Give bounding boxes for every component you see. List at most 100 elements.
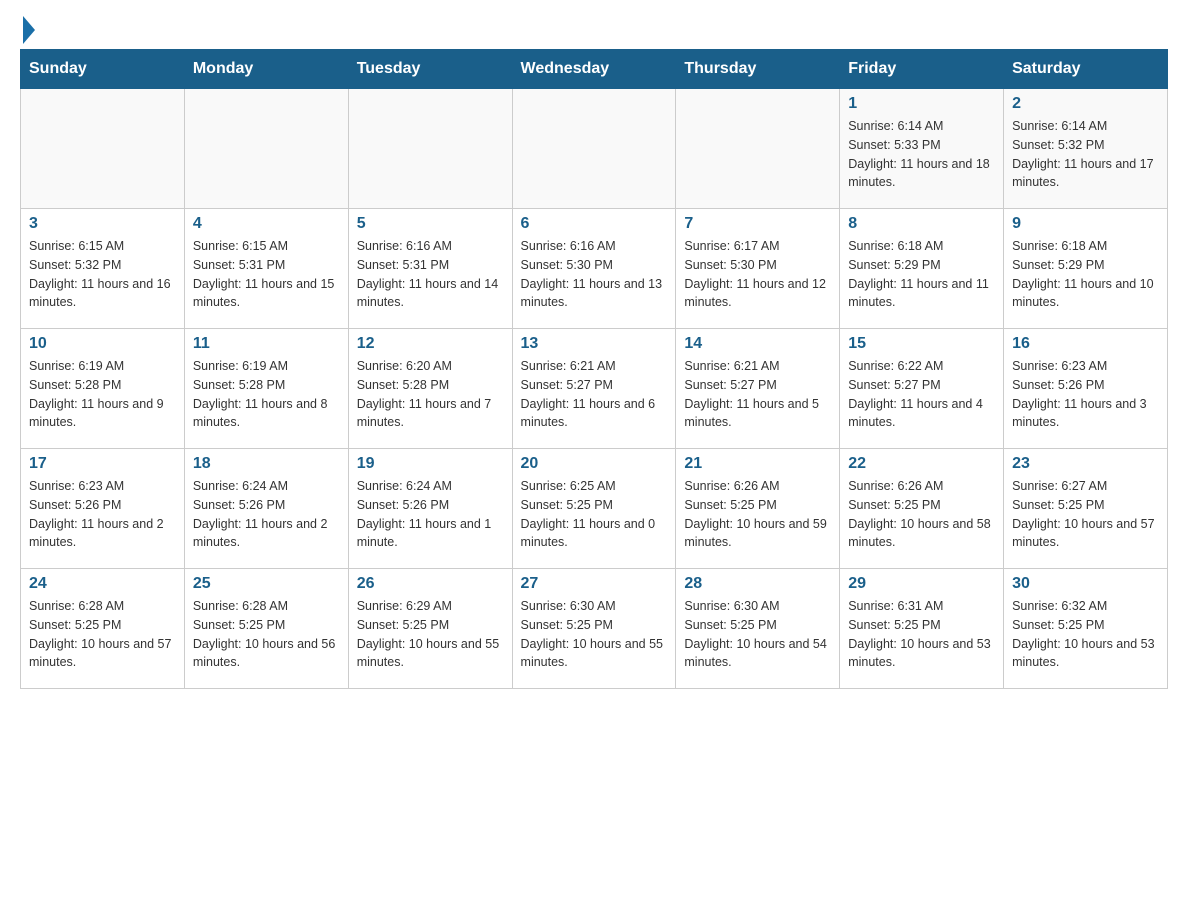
table-row: 19 Sunrise: 6:24 AMSunset: 5:26 PMDayligh… — [348, 449, 512, 569]
col-monday: Monday — [184, 50, 348, 89]
col-saturday: Saturday — [1004, 50, 1168, 89]
day-info: Sunrise: 6:22 AMSunset: 5:27 PMDaylight:… — [848, 357, 995, 432]
table-row: 28 Sunrise: 6:30 AMSunset: 5:25 PMDayligh… — [676, 569, 840, 689]
day-info: Sunrise: 6:20 AMSunset: 5:28 PMDaylight:… — [357, 357, 504, 432]
logo-triangle-icon — [23, 16, 35, 44]
day-info: Sunrise: 6:32 AMSunset: 5:25 PMDaylight:… — [1012, 597, 1159, 672]
table-row: 9 Sunrise: 6:18 AMSunset: 5:29 PMDaylight… — [1004, 209, 1168, 329]
day-info: Sunrise: 6:16 AMSunset: 5:30 PMDaylight:… — [521, 237, 668, 312]
day-number: 21 — [684, 455, 831, 473]
table-row — [184, 89, 348, 209]
day-number: 10 — [29, 335, 176, 353]
col-friday: Friday — [840, 50, 1004, 89]
day-number: 25 — [193, 575, 340, 593]
day-info: Sunrise: 6:24 AMSunset: 5:26 PMDaylight:… — [357, 477, 504, 552]
day-number: 8 — [848, 215, 995, 233]
table-row: 18Sunrise: 6:24 AMSunset: 5:26 PMDayligh… — [184, 449, 348, 569]
table-row: 4 Sunrise: 6:15 AMSunset: 5:31 PMDaylight… — [184, 209, 348, 329]
day-number: 20 — [521, 455, 668, 473]
day-info: Sunrise: 6:18 AMSunset: 5:29 PMDaylight:… — [1012, 237, 1159, 312]
day-number: 19 — [357, 455, 504, 473]
day-number: 6 — [521, 215, 668, 233]
day-number: 23 — [1012, 455, 1159, 473]
day-info: Sunrise: 6:19 AMSunset: 5:28 PMDaylight:… — [193, 357, 340, 432]
day-info: Sunrise: 6:15 AMSunset: 5:31 PMDaylight:… — [193, 237, 340, 312]
table-row: 13 Sunrise: 6:21 AMSunset: 5:27 PMDayligh… — [512, 329, 676, 449]
table-row: 26 Sunrise: 6:29 AMSunset: 5:25 PMDayligh… — [348, 569, 512, 689]
table-row: 14 Sunrise: 6:21 AMSunset: 5:27 PMDayligh… — [676, 329, 840, 449]
day-info: Sunrise: 6:14 AMSunset: 5:32 PMDaylight:… — [1012, 117, 1159, 192]
day-info: Sunrise: 6:30 AMSunset: 5:25 PMDaylight:… — [521, 597, 668, 672]
col-tuesday: Tuesday — [348, 50, 512, 89]
day-info: Sunrise: 6:18 AMSunset: 5:29 PMDaylight:… — [848, 237, 995, 312]
day-info: Sunrise: 6:15 AMSunset: 5:32 PMDaylight:… — [29, 237, 176, 312]
day-number: 28 — [684, 575, 831, 593]
day-info: Sunrise: 6:31 AMSunset: 5:25 PMDaylight:… — [848, 597, 995, 672]
calendar-table: Sunday Monday Tuesday Wednesday Thursday… — [20, 49, 1168, 689]
page-header — [20, 20, 1168, 39]
calendar-week-row: 1 Sunrise: 6:14 AMSunset: 5:33 PMDaylight… — [21, 89, 1168, 209]
table-row: 22Sunrise: 6:26 AMSunset: 5:25 PMDayligh… — [840, 449, 1004, 569]
day-number: 16 — [1012, 335, 1159, 353]
day-info: Sunrise: 6:17 AMSunset: 5:30 PMDaylight:… — [684, 237, 831, 312]
table-row: 1 Sunrise: 6:14 AMSunset: 5:33 PMDaylight… — [840, 89, 1004, 209]
day-number: 1 — [848, 95, 995, 113]
day-number: 29 — [848, 575, 995, 593]
table-row — [676, 89, 840, 209]
calendar-header-row: Sunday Monday Tuesday Wednesday Thursday… — [21, 50, 1168, 89]
day-number: 4 — [193, 215, 340, 233]
col-wednesday: Wednesday — [512, 50, 676, 89]
day-number: 27 — [521, 575, 668, 593]
day-info: Sunrise: 6:21 AMSunset: 5:27 PMDaylight:… — [684, 357, 831, 432]
table-row: 11Sunrise: 6:19 AMSunset: 5:28 PMDayligh… — [184, 329, 348, 449]
day-info: Sunrise: 6:23 AMSunset: 5:26 PMDaylight:… — [29, 477, 176, 552]
day-number: 26 — [357, 575, 504, 593]
day-info: Sunrise: 6:28 AMSunset: 5:25 PMDaylight:… — [193, 597, 340, 672]
col-thursday: Thursday — [676, 50, 840, 89]
table-row — [348, 89, 512, 209]
day-info: Sunrise: 6:26 AMSunset: 5:25 PMDaylight:… — [848, 477, 995, 552]
day-number: 7 — [684, 215, 831, 233]
calendar-week-row: 3 Sunrise: 6:15 AMSunset: 5:32 PMDaylight… — [21, 209, 1168, 329]
day-number: 9 — [1012, 215, 1159, 233]
day-info: Sunrise: 6:28 AMSunset: 5:25 PMDaylight:… — [29, 597, 176, 672]
day-number: 17 — [29, 455, 176, 473]
day-number: 13 — [521, 335, 668, 353]
day-info: Sunrise: 6:21 AMSunset: 5:27 PMDaylight:… — [521, 357, 668, 432]
table-row: 23 Sunrise: 6:27 AMSunset: 5:25 PMDayligh… — [1004, 449, 1168, 569]
day-info: Sunrise: 6:14 AMSunset: 5:33 PMDaylight:… — [848, 117, 995, 192]
table-row: 12 Sunrise: 6:20 AMSunset: 5:28 PMDayligh… — [348, 329, 512, 449]
table-row: 30 Sunrise: 6:32 AMSunset: 5:25 PMDayligh… — [1004, 569, 1168, 689]
table-row — [512, 89, 676, 209]
day-info: Sunrise: 6:30 AMSunset: 5:25 PMDaylight:… — [684, 597, 831, 672]
logo — [20, 20, 35, 39]
col-sunday: Sunday — [21, 50, 185, 89]
table-row: 10Sunrise: 6:19 AMSunset: 5:28 PMDayligh… — [21, 329, 185, 449]
day-number: 18 — [193, 455, 340, 473]
calendar-week-row: 10 Sunrise: 6:19 AMSunset: 5:28 PMDayligh… — [21, 329, 1168, 449]
day-number: 15 — [848, 335, 995, 353]
table-row: 21 Sunrise: 6:26 AMSunset: 5:25 PMDayligh… — [676, 449, 840, 569]
table-row: 25 Sunrise: 6:28 AMSunset: 5:25 PMDayligh… — [184, 569, 348, 689]
day-number: 30 — [1012, 575, 1159, 593]
day-number: 14 — [684, 335, 831, 353]
calendar-week-row: 24 Sunrise: 6:28 AMSunset: 5:25 PMDayligh… — [21, 569, 1168, 689]
calendar-week-row: 17 Sunrise: 6:23 AMSunset: 5:26 PMDayligh… — [21, 449, 1168, 569]
day-info: Sunrise: 6:16 AMSunset: 5:31 PMDaylight:… — [357, 237, 504, 312]
day-info: Sunrise: 6:29 AMSunset: 5:25 PMDaylight:… — [357, 597, 504, 672]
table-row: 16 Sunrise: 6:23 AMSunset: 5:26 PMDayligh… — [1004, 329, 1168, 449]
table-row: 24 Sunrise: 6:28 AMSunset: 5:25 PMDayligh… — [21, 569, 185, 689]
day-number: 24 — [29, 575, 176, 593]
table-row: 27 Sunrise: 6:30 AMSunset: 5:25 PMDayligh… — [512, 569, 676, 689]
table-row — [21, 89, 185, 209]
table-row: 29 Sunrise: 6:31 AMSunset: 5:25 PMDayligh… — [840, 569, 1004, 689]
table-row: 6 Sunrise: 6:16 AMSunset: 5:30 PMDaylight… — [512, 209, 676, 329]
day-number: 2 — [1012, 95, 1159, 113]
day-info: Sunrise: 6:23 AMSunset: 5:26 PMDaylight:… — [1012, 357, 1159, 432]
table-row: 5Sunrise: 6:16 AMSunset: 5:31 PMDaylight… — [348, 209, 512, 329]
day-number: 3 — [29, 215, 176, 233]
day-number: 12 — [357, 335, 504, 353]
day-info: Sunrise: 6:26 AMSunset: 5:25 PMDaylight:… — [684, 477, 831, 552]
table-row: 20Sunrise: 6:25 AMSunset: 5:25 PMDayligh… — [512, 449, 676, 569]
day-info: Sunrise: 6:27 AMSunset: 5:25 PMDaylight:… — [1012, 477, 1159, 552]
